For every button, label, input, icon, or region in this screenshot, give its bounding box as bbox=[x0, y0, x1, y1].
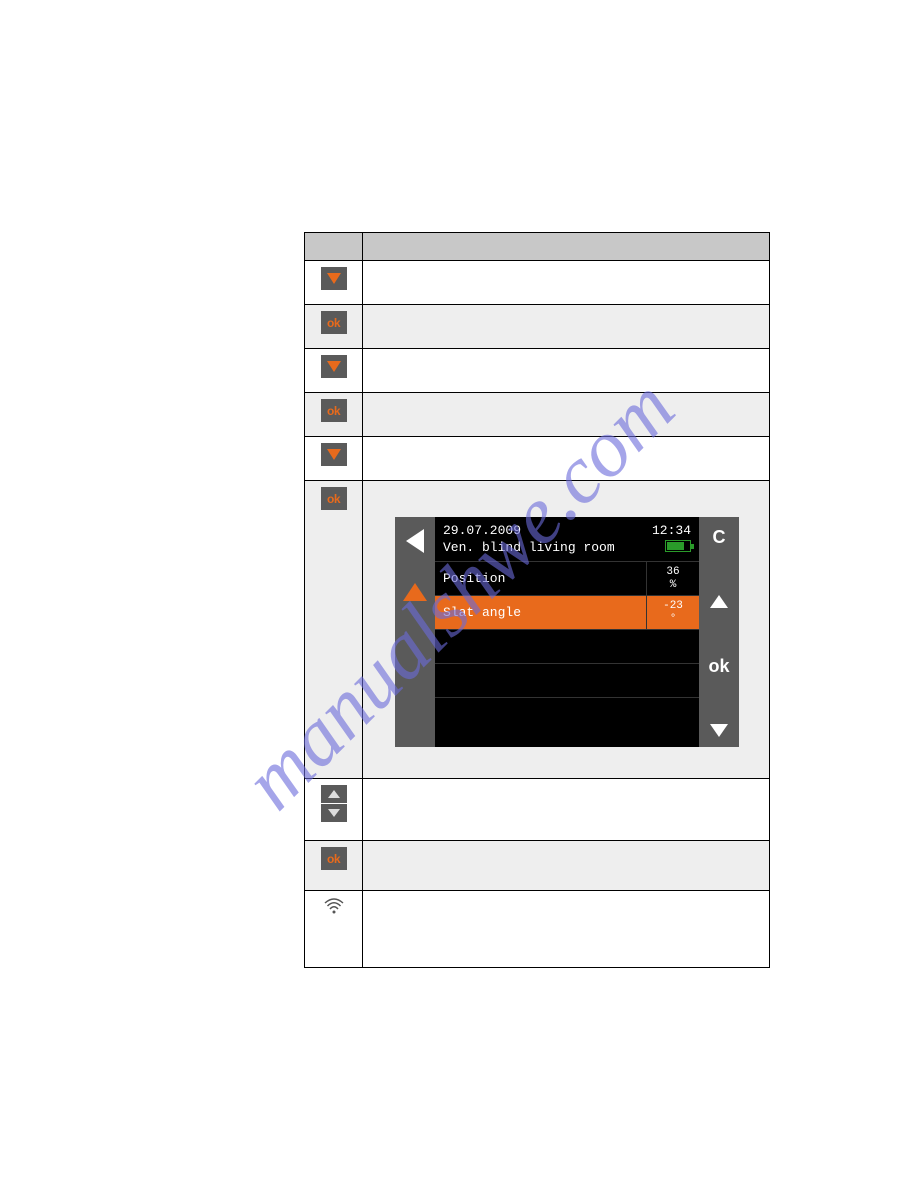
table-row: ok bbox=[305, 841, 769, 891]
device-row-label: Slat angle bbox=[435, 596, 647, 629]
table-row-screenshot: ok 29.07.2009 12:34 Ven. blind living ro… bbox=[305, 481, 769, 779]
arrow-down-icon bbox=[710, 724, 728, 737]
table-row bbox=[305, 261, 769, 305]
device-screenshot: 29.07.2009 12:34 Ven. blind living room … bbox=[395, 517, 739, 747]
device-row-value: -23 ° bbox=[647, 598, 699, 626]
device-right-column: C ok bbox=[699, 517, 739, 747]
instruction-table: ok ok ok bbox=[304, 232, 770, 968]
device-row-label: Position bbox=[435, 562, 647, 595]
ok-icon: ok bbox=[321, 399, 347, 422]
device-title: Ven. blind living room bbox=[443, 540, 615, 555]
table-row: ok bbox=[305, 305, 769, 349]
ok-icon: ok bbox=[321, 311, 347, 334]
device-left-column bbox=[395, 517, 435, 747]
table-row bbox=[305, 437, 769, 481]
battery-icon bbox=[665, 540, 691, 552]
table-row bbox=[305, 891, 769, 967]
ok-button-icon: ok bbox=[708, 656, 729, 677]
arrow-down-icon bbox=[321, 355, 347, 378]
table-header-row bbox=[305, 233, 769, 261]
table-row bbox=[305, 349, 769, 393]
arrow-down-icon bbox=[321, 443, 347, 466]
back-arrow-icon bbox=[406, 529, 424, 553]
device-row-slat-angle: Slat angle -23 ° bbox=[435, 596, 699, 630]
up-down-arrows-icon bbox=[321, 785, 347, 822]
ok-icon: ok bbox=[321, 487, 347, 510]
ok-icon: ok bbox=[321, 847, 347, 870]
arrow-up-icon bbox=[710, 595, 728, 608]
cancel-button-icon: C bbox=[713, 527, 726, 548]
device-row-empty bbox=[435, 698, 699, 732]
device-row-empty bbox=[435, 630, 699, 664]
device-row-position: Position 36 % bbox=[435, 562, 699, 596]
arrow-up-icon bbox=[403, 583, 427, 601]
device-date: 29.07.2009 bbox=[443, 523, 521, 538]
device-row-value: 36 % bbox=[647, 564, 699, 592]
arrow-down-icon bbox=[321, 267, 347, 290]
table-row bbox=[305, 779, 769, 841]
device-header: 29.07.2009 12:34 Ven. blind living room bbox=[435, 517, 699, 562]
table-row: ok bbox=[305, 393, 769, 437]
device-row-empty bbox=[435, 664, 699, 698]
device-screen: 29.07.2009 12:34 Ven. blind living room … bbox=[435, 517, 699, 747]
wifi-icon bbox=[323, 897, 345, 915]
device-time: 12:34 bbox=[652, 523, 691, 538]
